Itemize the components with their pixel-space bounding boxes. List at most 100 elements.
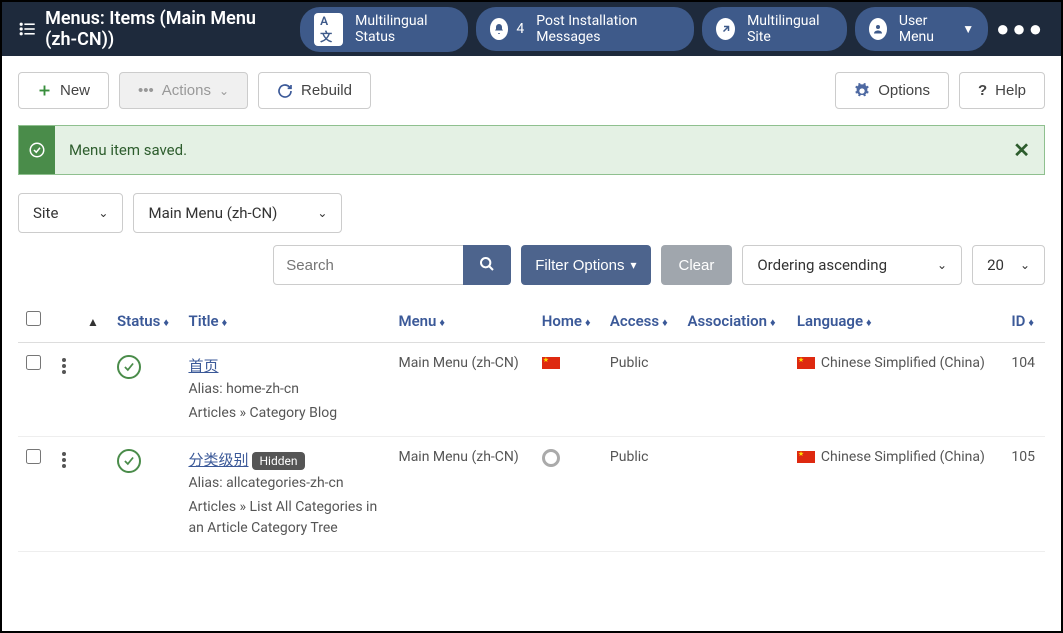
item-access: Public <box>602 343 680 437</box>
page-title-text: Menus: Items (Main Menu (zh-CN)) <box>45 8 292 50</box>
items-table: ▲ Status♦ Title♦ Menu♦ Home♦ Access♦ Ass… <box>18 299 1045 552</box>
item-alias: Alias: home-zh-cn <box>188 379 382 400</box>
question-icon: ? <box>978 82 987 99</box>
multilingual-site-button[interactable]: Multilingual Site <box>702 7 847 51</box>
ordering-value: Ordering ascending <box>757 256 887 274</box>
item-association <box>679 437 788 552</box>
item-language: Chinese Simplified (China) <box>789 343 1003 437</box>
multilingual-status-button[interactable]: A文 Multilingual Status <box>300 7 467 52</box>
options-button[interactable]: Options <box>835 72 949 109</box>
dots-icon: ••• <box>138 82 154 99</box>
limit-select[interactable]: 20 ⌄ <box>972 245 1045 285</box>
row-checkbox[interactable] <box>26 355 41 370</box>
limit-value: 20 <box>987 256 1004 274</box>
filter-row: Site ⌄ Main Menu (zh-CN) ⌄ <box>18 193 1045 233</box>
item-menu: Main Menu (zh-CN) <box>390 437 533 552</box>
sort-icon: ♦ <box>163 316 169 329</box>
item-title-link[interactable]: 首页 <box>188 357 218 375</box>
check-circle-icon <box>19 126 55 174</box>
more-menu-button[interactable]: ●●● <box>996 16 1045 42</box>
filter-options-button[interactable]: Filter Options ▾ <box>521 245 650 285</box>
col-association[interactable]: Association♦ <box>679 299 788 343</box>
post-install-messages-button[interactable]: 4 Post Installation Messages <box>476 7 695 51</box>
chevron-down-icon: ▼ <box>962 22 974 36</box>
col-title[interactable]: Title♦ <box>180 299 390 343</box>
search-icon <box>479 256 495 272</box>
col-menu[interactable]: Menu♦ <box>390 299 533 343</box>
col-access[interactable]: Access♦ <box>602 299 680 343</box>
content-area: Menu item saved. ✕ Site ⌄ Main Menu (zh-… <box>2 125 1061 568</box>
page-title: Menus: Items (Main Menu (zh-CN)) <box>18 8 292 50</box>
item-language: Chinese Simplified (China) <box>789 437 1003 552</box>
translate-icon: A文 <box>314 13 343 46</box>
status-published-icon[interactable] <box>117 449 141 473</box>
chevron-down-icon: ⌄ <box>317 206 327 220</box>
item-path: Articles » Category Blog <box>188 403 382 424</box>
row-actions-button[interactable] <box>57 449 71 469</box>
sort-icon: ♦ <box>222 316 228 329</box>
refresh-icon <box>277 83 293 99</box>
client-select[interactable]: Site ⌄ <box>18 193 123 233</box>
table-row: 分类级别Hidden Alias: allcategories-zh-cn Arti… <box>18 437 1045 552</box>
row-checkbox[interactable] <box>26 449 41 464</box>
plus-icon <box>37 83 52 98</box>
item-id: 104 <box>1003 343 1045 437</box>
client-select-value: Site <box>33 204 58 222</box>
item-access: Public <box>602 437 680 552</box>
clear-button[interactable]: Clear <box>661 245 733 285</box>
new-button[interactable]: New <box>18 72 109 109</box>
col-status[interactable]: Status♦ <box>109 299 180 343</box>
flag-cn-icon <box>797 357 815 369</box>
action-toolbar: New ••• Actions ⌄ Rebuild Options ? Help <box>2 56 1061 125</box>
filter-options-label: Filter Options <box>535 257 624 274</box>
chevron-down-icon: ⌄ <box>98 206 108 220</box>
success-alert: Menu item saved. ✕ <box>18 125 1045 175</box>
menu-select[interactable]: Main Menu (zh-CN) ⌄ <box>133 193 342 233</box>
item-title-link[interactable]: 分类级别 <box>188 451 248 469</box>
user-menu-button[interactable]: User Menu ▼ <box>855 7 988 51</box>
multilingual-status-label: Multilingual Status <box>351 13 453 45</box>
col-language[interactable]: Language♦ <box>789 299 1003 343</box>
search-button[interactable] <box>463 245 511 285</box>
user-icon <box>869 18 887 40</box>
item-menu: Main Menu (zh-CN) <box>390 343 533 437</box>
sort-icon: ♦ <box>662 316 668 329</box>
menu-list-icon <box>18 18 37 40</box>
search-input[interactable] <box>273 245 473 285</box>
sort-icon: ♦ <box>439 316 445 329</box>
sort-icon: ♦ <box>770 316 776 329</box>
status-published-icon[interactable] <box>117 355 141 379</box>
alert-message: Menu item saved. <box>55 141 999 159</box>
item-alias: Alias: allcategories-zh-cn <box>188 473 382 494</box>
select-all-checkbox[interactable] <box>26 311 41 326</box>
header-bar: Menus: Items (Main Menu (zh-CN)) A文 Mult… <box>2 2 1061 56</box>
actions-button[interactable]: ••• Actions ⌄ <box>119 72 248 109</box>
menu-select-value: Main Menu (zh-CN) <box>148 204 277 222</box>
row-actions-button[interactable] <box>57 355 71 375</box>
home-toggle[interactable] <box>542 449 560 467</box>
external-link-icon <box>716 18 735 40</box>
sort-order-icon[interactable]: ▲ <box>87 315 99 329</box>
flag-cn-icon[interactable] <box>542 357 560 369</box>
rebuild-button[interactable]: Rebuild <box>258 72 371 109</box>
flag-cn-icon <box>797 451 815 463</box>
new-label: New <box>60 82 90 99</box>
chevron-down-icon: ⌄ <box>1020 258 1030 272</box>
hidden-badge: Hidden <box>252 452 304 470</box>
item-path: Articles » List All Categories in an Art… <box>188 497 382 539</box>
gear-icon <box>854 83 870 99</box>
col-home[interactable]: Home♦ <box>534 299 602 343</box>
post-install-count: 4 <box>516 21 524 37</box>
col-id[interactable]: ID♦ <box>1003 299 1045 343</box>
alert-close-button[interactable]: ✕ <box>999 138 1044 162</box>
actions-label: Actions <box>162 82 211 99</box>
search-filter-row: Filter Options ▾ Clear Ordering ascendin… <box>18 245 1045 285</box>
item-association <box>679 343 788 437</box>
ordering-select[interactable]: Ordering ascending ⌄ <box>742 245 962 285</box>
bell-icon <box>490 18 509 40</box>
user-menu-label: User Menu <box>895 13 954 45</box>
help-button[interactable]: ? Help <box>959 72 1045 109</box>
sort-icon: ♦ <box>1028 316 1034 329</box>
table-row: 首页 Alias: home-zh-cn Articles » Category B… <box>18 343 1045 437</box>
multilingual-site-label: Multilingual Site <box>743 13 833 45</box>
